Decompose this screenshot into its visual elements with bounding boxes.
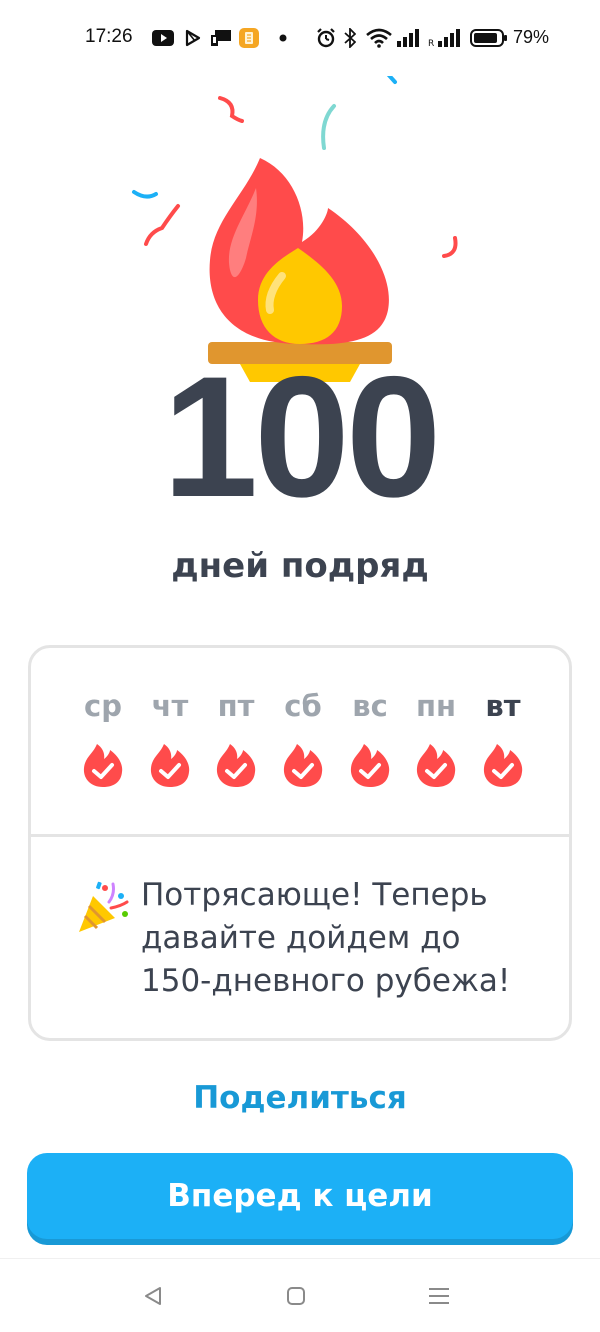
flame-check-icon (83, 744, 123, 787)
flame-check-icon (350, 744, 390, 787)
play-store-icon (184, 28, 202, 48)
signal-icon (396, 28, 420, 48)
message-line-3: 150-дневного рубежа! (141, 963, 511, 999)
day-tue: вт (463, 686, 543, 788)
alarm-icon (316, 28, 336, 48)
status-time: 17:26 (85, 26, 133, 47)
app-icon (238, 28, 260, 48)
wifi-icon (366, 28, 392, 48)
flame-check-icon (150, 744, 190, 787)
flame-check-icon (483, 744, 523, 787)
battery-icon (470, 28, 508, 48)
message-text: Потрясающе! Теперь давайте дойдем до 150… (141, 874, 510, 1003)
continue-button-label: Вперед к цели (167, 1178, 433, 1214)
message-line-2: давайте дойдем до (141, 920, 461, 956)
battery-percent: 79% (513, 27, 550, 47)
status-bar: 17:26 R 79% (0, 0, 600, 76)
day-label-current: вт (485, 689, 521, 723)
message-line-1: Потрясающе! Теперь (141, 877, 488, 913)
continue-button[interactable]: Вперед к цели (27, 1153, 573, 1239)
dot-icon (278, 28, 288, 48)
share-button[interactable]: Поделиться (0, 1080, 600, 1116)
card-divider (31, 834, 569, 837)
streak-number: 100 (162, 341, 442, 533)
week-days-row: ср чт пт сб вс пн вт (31, 686, 569, 806)
svg-text:R: R (428, 39, 434, 47)
streak-label: дней подряд (171, 546, 429, 586)
flame-check-icon (416, 744, 456, 787)
flame-check-icon (283, 744, 323, 787)
youtube-icon (152, 28, 174, 48)
back-icon[interactable] (138, 1281, 168, 1311)
menu-icon[interactable] (424, 1281, 454, 1311)
party-popper-icon (79, 881, 129, 932)
flame-check-icon (216, 744, 256, 787)
signal-icon-2: R (428, 28, 462, 48)
home-icon[interactable] (281, 1281, 311, 1311)
bluetooth-icon (343, 28, 357, 48)
system-nav-bar (0, 1258, 600, 1332)
cast-icon (210, 28, 232, 48)
streak-calendar-card: ср чт пт сб вс пн вт Потрясающе! Теперь … (28, 645, 572, 1041)
motivation-message: Потрясающе! Теперь давайте дойдем до 150… (75, 874, 545, 1003)
